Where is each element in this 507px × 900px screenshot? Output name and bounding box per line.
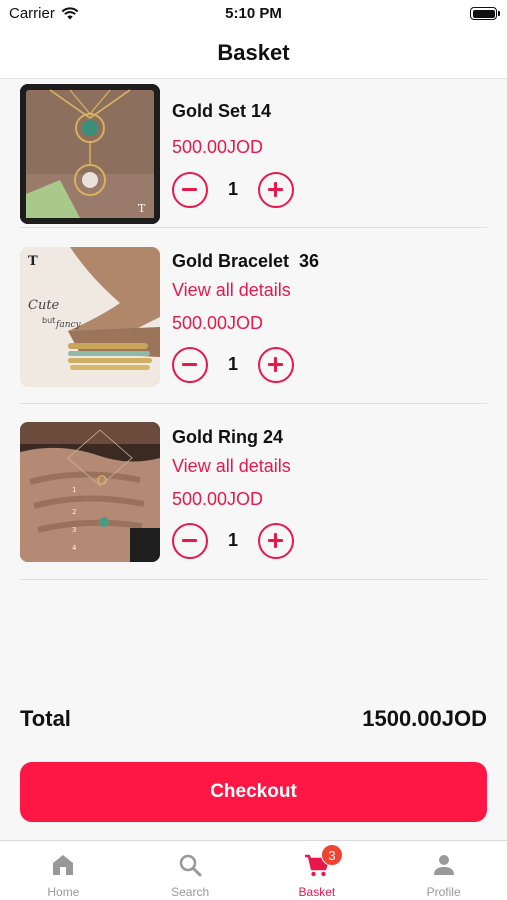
tab-label: Search	[171, 885, 210, 899]
product-name[interactable]: Gold Set 14	[172, 101, 271, 122]
quantity-stepper: 1	[172, 523, 294, 559]
svg-text:fancy: fancy	[55, 320, 82, 330]
product-image[interactable]: 1 2 3 4	[20, 422, 160, 562]
product-price: 500.00JOD	[172, 313, 264, 333]
battery-icon	[470, 7, 500, 20]
quantity-stepper: 1	[172, 172, 294, 208]
svg-text:but: but	[42, 316, 55, 325]
svg-text:3: 3	[72, 526, 76, 534]
product-name[interactable]: Gold Ring 24	[172, 427, 283, 448]
tab-bar: Home Search Basket Profile	[0, 840, 507, 900]
cart-item: T Cute but fancy Gold Bracelet 36 View a…	[20, 228, 487, 404]
svg-text:2: 2	[72, 508, 76, 516]
product-price: 500.00JOD	[172, 489, 264, 509]
view-details-link[interactable]: View all details	[172, 456, 291, 477]
status-bar: Carrier 5:10 PM	[0, 0, 507, 28]
product-image-gold-set: T	[20, 84, 160, 224]
product-image[interactable]: T Cute but fancy	[20, 247, 160, 387]
cart-item: 1 2 3 4 Gold Ring 24 View all details 50…	[20, 404, 487, 580]
home-icon	[53, 855, 74, 875]
quantity-value: 1	[227, 354, 238, 374]
cart-list: T Gold Set 14 500.00JOD 1 T Cute but fan…	[20, 80, 487, 580]
increase-quantity-button[interactable]	[258, 172, 294, 208]
tab-label: Basket	[298, 885, 336, 899]
svg-text:T: T	[28, 254, 38, 269]
basket-count-badge: 3	[321, 844, 343, 866]
status-time: 5:10 PM	[225, 5, 282, 22]
tab-basket[interactable]: Basket	[254, 841, 381, 900]
decrease-quantity-button[interactable]	[172, 523, 208, 559]
nav-header: Basket	[0, 28, 507, 79]
tab-label: Home	[47, 885, 80, 899]
decrease-quantity-button[interactable]	[172, 172, 208, 208]
product-name[interactable]: Gold Bracelet 36	[172, 251, 319, 272]
person-icon	[433, 855, 454, 875]
increase-quantity-button[interactable]	[258, 523, 294, 559]
checkout-button[interactable]: Checkout	[20, 762, 487, 822]
svg-text:1: 1	[72, 486, 76, 494]
page-title: Basket	[217, 40, 290, 65]
svg-text:T: T	[138, 202, 146, 215]
tab-label: Profile	[426, 885, 461, 899]
svg-text:4: 4	[72, 544, 77, 552]
cart-item: T Gold Set 14 500.00JOD 1	[20, 80, 487, 228]
svg-text:Cute: Cute	[28, 298, 60, 313]
total-label: Total	[20, 706, 71, 731]
tab-search[interactable]: Search	[127, 841, 254, 900]
product-price: 500.00JOD	[172, 137, 264, 157]
product-image[interactable]: T	[20, 84, 160, 224]
increase-quantity-button[interactable]	[258, 347, 294, 383]
search-icon	[179, 854, 202, 877]
quantity-value: 1	[227, 530, 238, 550]
view-details-link[interactable]: View all details	[172, 280, 291, 301]
product-image-gold-ring: 1 2 3 4	[20, 422, 160, 562]
tab-home[interactable]: Home	[0, 841, 127, 900]
product-image-gold-bracelet: T Cute but fancy	[20, 247, 160, 387]
tab-profile[interactable]: Profile	[380, 841, 507, 900]
decrease-quantity-button[interactable]	[172, 347, 208, 383]
total-value: 1500.00JOD	[362, 706, 487, 731]
quantity-value: 1	[227, 179, 238, 199]
quantity-stepper: 1	[172, 347, 294, 383]
